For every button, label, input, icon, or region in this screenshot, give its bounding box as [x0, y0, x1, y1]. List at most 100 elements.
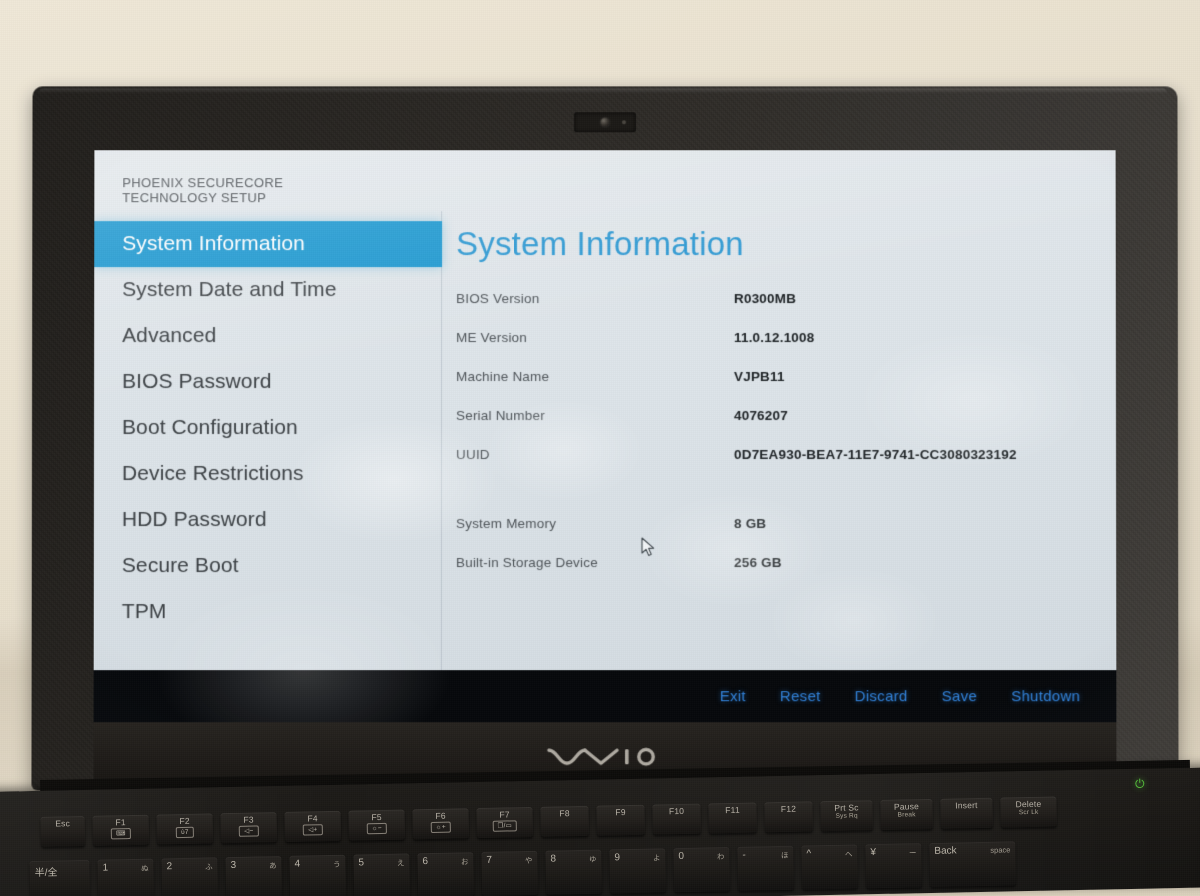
info-row-label: Built-in Storage Device	[455, 555, 598, 571]
key-function-glyph-icon: ◁−	[239, 825, 259, 837]
info-row-value: 0D7EA930-BEA7-11E7-9741-CC3080323192	[734, 447, 1017, 463]
key-symbol: 4	[294, 858, 301, 870]
key-pause[interactable]: Pause Break	[880, 798, 933, 830]
sidebar-item-label: TPM	[121, 600, 167, 624]
sidebar-item-tpm[interactable]: TPM	[94, 589, 441, 635]
save-button[interactable]: Save	[942, 688, 977, 705]
key-f11[interactable]: F11	[708, 802, 757, 834]
discard-button[interactable]: Discard	[855, 688, 908, 705]
key-f6[interactable]: F6 ☼+	[412, 808, 470, 840]
key-kana-label: う	[332, 859, 341, 869]
sidebar-item-label: System Date and Time	[122, 278, 337, 302]
key-3[interactable]: 3あ	[225, 856, 283, 896]
key-symbol: ^	[806, 848, 812, 860]
key-4[interactable]: 4う	[289, 854, 347, 896]
key-f9[interactable]: F9	[596, 804, 645, 836]
brand-line-2: TECHNOLOGY SETUP	[122, 189, 267, 205]
key-kana-label: ふ	[204, 862, 213, 872]
key-label: F7	[499, 809, 510, 820]
key-symbol: 7	[486, 854, 493, 866]
key-kana-label: へ	[844, 849, 853, 859]
info-row-label: ME Version	[456, 330, 528, 346]
key-f8[interactable]: F8	[540, 805, 590, 837]
sidebar-item-secure-boot[interactable]: Secure Boot	[94, 543, 441, 589]
key-f10[interactable]: F10	[652, 803, 701, 835]
key-symbol: 0	[678, 850, 685, 863]
key-kana-label: お	[460, 857, 469, 867]
key-kana-label: や	[524, 855, 533, 866]
bios-action-bar: Exit Reset Discard Save Shutdown	[93, 670, 1117, 723]
key-label: F12	[780, 803, 797, 814]
info-row-label: Machine Name	[456, 369, 550, 385]
key-[interactable]: -ほ	[737, 845, 795, 891]
shutdown-button[interactable]: Shutdown	[1011, 688, 1080, 705]
sidebar-item-boot-configuration[interactable]: Boot Configuration	[94, 405, 441, 451]
key-0[interactable]: 0わ	[673, 847, 731, 893]
bios-brand-header: PHOENIX SECURECORE TECHNOLOGY SETUP	[94, 150, 1115, 211]
key-sublabel: Scr Lk	[1018, 808, 1039, 817]
info-row: Built-in Storage Device 256 GB	[456, 555, 1116, 594]
key-kana-label: ぬ	[140, 863, 149, 873]
key-f2[interactable]: F2 ὐ7	[156, 813, 214, 845]
info-row-value: 8 GB	[734, 516, 767, 532]
key-function-glyph-icon: ☼+	[430, 821, 451, 834]
sidebar-item-advanced[interactable]: Advanced	[94, 313, 441, 359]
exit-button[interactable]: Exit	[720, 688, 746, 705]
key-2[interactable]: 2ふ	[161, 857, 219, 896]
info-row: ME Version 11.0.12.1008	[456, 330, 1116, 369]
page-title: System Information	[456, 225, 744, 263]
key-f1[interactable]: F1 ⌨	[92, 814, 150, 846]
key-label: F6	[435, 810, 446, 821]
key-delete[interactable]: Delete Scr Lk	[1000, 796, 1057, 828]
key-label: Insert	[955, 800, 978, 811]
key-label: F9	[615, 807, 626, 818]
key-f4[interactable]: F4 ◁+	[284, 810, 342, 842]
key-[interactable]: 半/全	[29, 859, 91, 896]
brand-line-1: PHOENIX SECURECORE	[122, 175, 284, 191]
key-7[interactable]: 7や	[481, 850, 539, 896]
key-5[interactable]: 5え	[353, 853, 411, 896]
key-9[interactable]: 9よ	[609, 848, 667, 894]
info-row-label: Serial Number	[456, 408, 545, 424]
key-Back[interactable]: Back space	[929, 841, 1017, 887]
laptop-screen: PHOENIX SECURECORE TECHNOLOGY SETUP Syst…	[93, 150, 1117, 723]
sidebar-item-device-restrictions[interactable]: Device Restrictions	[94, 451, 441, 497]
key-6[interactable]: 6お	[417, 852, 475, 896]
key-f5[interactable]: F5 ☼−	[348, 809, 406, 841]
info-row-label: System Memory	[455, 516, 557, 532]
key-symbol: Back	[934, 845, 957, 857]
info-row-value: 11.0.12.1008	[733, 330, 815, 346]
reset-button[interactable]: Reset	[780, 688, 821, 705]
key-f7[interactable]: F7 ❐/▭	[476, 806, 534, 839]
key-function-glyph-icon: ⌨	[110, 828, 131, 840]
sidebar-item-system-information[interactable]: System Information	[94, 221, 443, 268]
bios-setup-utility: PHOENIX SECURECORE TECHNOLOGY SETUP Syst…	[93, 150, 1117, 723]
power-indicator-icon[interactable]: ⏻	[1135, 777, 1148, 791]
key-insert[interactable]: Insert	[940, 797, 993, 829]
key-f3[interactable]: F3 ◁−	[220, 812, 278, 844]
key-f12[interactable]: F12	[764, 801, 813, 833]
key-esc[interactable]: Esc	[40, 815, 86, 847]
sidebar-item-hdd-password[interactable]: HDD Password	[94, 497, 441, 543]
key-prt-sc[interactable]: Prt Sc Sys Rq	[820, 800, 873, 832]
key-kana-label: space	[990, 845, 1011, 855]
key-[interactable]: ^ へ	[801, 844, 859, 890]
key-symbol: ¥	[870, 847, 877, 859]
sidebar-item-bios-password[interactable]: BIOS Password	[94, 359, 441, 405]
sidebar-item-system-date-and-time[interactable]: System Date and Time	[94, 267, 441, 313]
key-label: F1	[115, 817, 126, 828]
bios-sidebar-menu: System Information System Date and Time Ad…	[93, 211, 443, 671]
sidebar-item-label: HDD Password	[121, 508, 267, 532]
key-symbol: 2	[166, 861, 173, 873]
info-row-value: 256 GB	[734, 555, 782, 571]
key-kana-label: あ	[268, 861, 277, 871]
info-row: BIOS Version R0300MB	[456, 291, 1116, 330]
key-symbol: 半/全	[34, 867, 58, 879]
key-8[interactable]: 8ゆ	[545, 849, 603, 895]
key-[interactable]: ¥ ー	[865, 843, 923, 889]
key-label: Pause	[893, 801, 920, 812]
key-kana-label: わ	[716, 852, 725, 862]
key-1[interactable]: 1ぬ	[97, 858, 155, 896]
info-row-value: VJPB11	[733, 369, 785, 385]
info-row: UUID 0D7EA930-BEA7-11E7-9741-CC3080323192	[456, 447, 1116, 516]
